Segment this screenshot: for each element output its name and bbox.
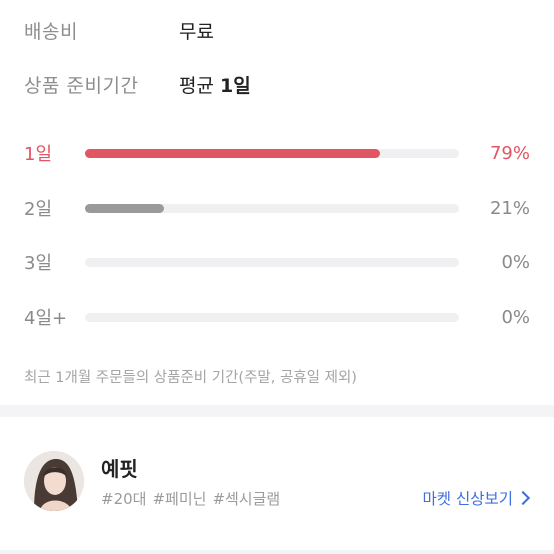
shipping-row: 배송비 무료 bbox=[24, 15, 214, 45]
seller-tag: #섹시글램 bbox=[212, 490, 281, 508]
seller-tag: #페미닌 bbox=[152, 490, 207, 508]
distribution-bar-track bbox=[85, 312, 459, 322]
distribution-percent: 79% bbox=[489, 142, 530, 164]
avatar[interactable] bbox=[24, 451, 84, 511]
distribution-day-label: 4일+ bbox=[24, 308, 68, 329]
distribution-day-label: 2일 bbox=[24, 199, 53, 220]
prep-note: 최근 1개월 주문들의 상품준비 기간(주말, 공휴일 제외) bbox=[24, 370, 357, 386]
distribution-row: 2일 21% bbox=[24, 194, 530, 222]
prep-time-label: 상품 준비기간 bbox=[24, 74, 139, 97]
seller-card: 예핏 #20대 #페미닌 #섹시글램 마켓 신상보기 bbox=[0, 417, 554, 554]
bottom-divider bbox=[0, 550, 554, 554]
distribution-percent: 0% bbox=[501, 251, 530, 273]
prep-time-prefix: 평균 bbox=[179, 74, 220, 97]
seller-tags: #20대 #페미닌 #섹시글램 bbox=[101, 488, 280, 509]
avatar-image bbox=[24, 451, 84, 511]
distribution-bar-track bbox=[85, 257, 459, 267]
prep-time-row: 상품 준비기간 평균 1일 bbox=[24, 69, 251, 99]
distribution-row: 4일+ 0% bbox=[24, 303, 530, 331]
distribution-bar-track bbox=[85, 148, 459, 158]
seller-tag: #20대 bbox=[101, 490, 147, 508]
prep-time-days: 1일 bbox=[220, 74, 251, 97]
distribution-row: 3일 0% bbox=[24, 248, 530, 276]
market-new-items-label: 마켓 신상보기 bbox=[422, 490, 514, 508]
distribution-percent: 0% bbox=[501, 306, 530, 328]
market-new-items-link[interactable]: 마켓 신상보기 bbox=[422, 487, 531, 509]
chevron-right-icon bbox=[515, 490, 531, 506]
distribution-bar-fill bbox=[85, 148, 381, 158]
distribution-day-label: 1일 bbox=[24, 144, 53, 165]
distribution-day-label: 3일 bbox=[24, 253, 53, 274]
distribution-row: 1일 79% bbox=[24, 139, 530, 167]
shipping-label: 배송비 bbox=[24, 20, 78, 43]
distribution-bar-track bbox=[85, 203, 459, 213]
seller-name[interactable]: 예핏 bbox=[101, 453, 138, 482]
prep-time-value: 평균 1일 bbox=[179, 71, 251, 98]
distribution-bar-fill bbox=[85, 203, 164, 213]
section-divider bbox=[0, 405, 554, 417]
shipping-value: 무료 bbox=[179, 20, 214, 43]
distribution-percent: 21% bbox=[489, 197, 530, 219]
